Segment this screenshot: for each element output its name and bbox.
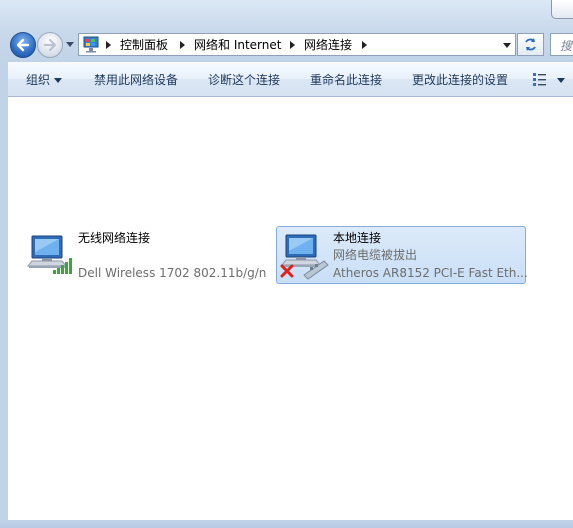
connection-name: 无线网络连接	[78, 231, 151, 245]
breadcrumb-separator[interactable]	[180, 41, 185, 49]
connection-device: Dell Wireless 1702 802.11b/g/n	[78, 266, 267, 280]
connection-name: 本地连接	[333, 231, 382, 245]
view-options-icon[interactable]	[532, 71, 548, 87]
address-dropdown-button[interactable]	[503, 43, 511, 48]
search-placeholder: 搜	[560, 39, 573, 53]
forward-arrow-icon	[43, 38, 57, 52]
refresh-button[interactable]	[517, 33, 544, 56]
connection-device: Atheros AR8152 PCI-E Fast Eth...	[333, 266, 528, 280]
connection-status: 网络电缆被拔出	[333, 248, 418, 262]
breadcrumb-separator[interactable]	[290, 41, 295, 49]
search-input[interactable]: 搜	[550, 33, 573, 56]
rename-button[interactable]: 重命名此连接	[310, 72, 382, 88]
disable-device-button[interactable]: 禁用此网络设备	[94, 72, 178, 88]
connection-item-local-area[interactable]: 本地连接 网络电缆被拔出 Atheros AR8152 PCI-E Fast E…	[276, 226, 528, 284]
view-options-dropdown-caret[interactable]	[557, 78, 565, 83]
breadcrumb-network-connections[interactable]: 网络连接	[304, 37, 352, 53]
window-close-button[interactable]	[551, 0, 573, 19]
connection-item-wireless[interactable]: 无线网络连接 Dell Wireless 1702 802.11b/g/n	[22, 227, 276, 285]
window-bottom-border	[0, 520, 573, 528]
breadcrumb-separator[interactable]	[362, 41, 367, 49]
diagnose-button[interactable]: 诊断这个连接	[208, 72, 280, 88]
organize-dropdown-caret[interactable]	[54, 78, 62, 83]
back-button[interactable]	[10, 32, 36, 58]
back-arrow-icon	[16, 38, 30, 52]
control-panel-icon	[83, 36, 99, 53]
breadcrumb-separator[interactable]	[106, 41, 111, 49]
recent-pages-dropdown[interactable]	[66, 42, 74, 47]
change-settings-button[interactable]: 更改此连接的设置	[412, 72, 508, 88]
address-bar[interactable]: 控制面板 网络和 Internet 网络连接	[78, 33, 516, 56]
refresh-icon	[525, 38, 536, 51]
connections-pane: 无线网络连接 Dell Wireless 1702 802.11b/g/n 本地…	[8, 97, 573, 520]
command-bar: 组织 禁用此网络设备 诊断这个连接 重命名此连接 更改此连接的设置	[8, 62, 573, 97]
breadcrumb-control-panel[interactable]: 控制面板	[120, 37, 168, 53]
explorer-window: 控制面板 网络和 Internet 网络连接 搜 组织 禁用此网络设备 诊断这个…	[0, 0, 573, 528]
red-x-icon	[280, 264, 294, 278]
breadcrumb-network-internet[interactable]: 网络和 Internet	[194, 37, 281, 53]
organize-button[interactable]: 组织	[26, 72, 50, 88]
forward-button[interactable]	[37, 32, 63, 58]
signal-bars-icon	[53, 258, 72, 274]
